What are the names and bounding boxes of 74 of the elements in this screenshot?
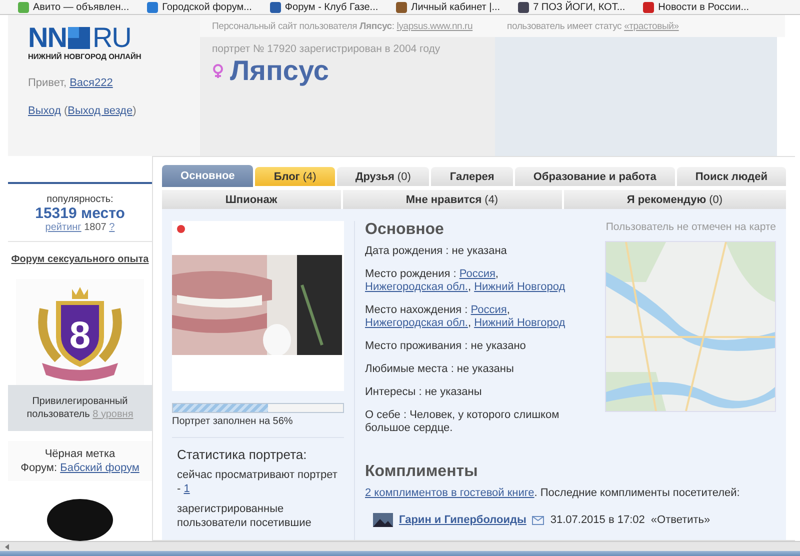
privilege-text: Привилегированный пользователь 8 уровня <box>8 384 152 431</box>
location-link[interactable]: Нижний Новгород <box>474 281 566 293</box>
section-title: Основное <box>365 221 445 239</box>
viewers-count-link[interactable]: 1 <box>184 483 190 495</box>
tab[interactable]: Основное <box>162 165 254 187</box>
location-link[interactable]: Нижегородская обл. <box>365 317 468 329</box>
tab[interactable]: Друзья (0) <box>336 167 430 186</box>
help-link[interactable]: ? <box>109 222 115 233</box>
profile-field: Место рождения : Россия, Нижегородская обл., Нижний Новгород <box>365 268 586 294</box>
favicon-icon <box>18 2 29 12</box>
logo-text[interactable]: NN <box>28 25 66 51</box>
reply-link[interactable]: «Ответить» <box>650 514 710 526</box>
map-caption: Пользователь не отмечен на карте <box>604 221 776 233</box>
favicon-icon <box>396 2 408 12</box>
tab[interactable]: Я рекомендую (0) <box>564 190 786 209</box>
tab[interactable]: Шпионаж <box>162 190 341 209</box>
bracket-text: ) <box>132 105 136 117</box>
profile-field: Дата рождения : не указана <box>365 245 586 258</box>
badge-number: 8 <box>69 314 91 357</box>
favicon-icon <box>147 2 158 12</box>
popularity-label: популярность: <box>46 194 114 205</box>
bracket-text: ( <box>64 105 68 117</box>
logo-text[interactable]: RU <box>92 25 131 51</box>
rating-link[interactable]: рейтинг <box>45 222 82 233</box>
tab[interactable]: Блог (4) <box>255 167 335 186</box>
location-link[interactable]: Нижегородская обл. <box>365 281 468 293</box>
compliments-summary: 2 комплиментов в гостевой книге. Последние комплименты посетителей: <box>365 487 741 499</box>
mark-title: Чёрная метка <box>44 446 116 461</box>
bookmark-link[interactable]: 7 ПОЗ ЙОГИ, КОТ... <box>533 2 626 12</box>
visitors-text: зарегистрированные пользователи посетившие <box>177 502 312 530</box>
viewers-text: сейчас просматривают портрет - 1 <box>177 468 338 496</box>
tab[interactable]: Галерея <box>431 167 513 186</box>
guestbook-link[interactable]: 2 комплиментов в гостевой книге <box>365 487 534 499</box>
mail-icon[interactable] <box>532 516 544 524</box>
site-owner-text: Персональный сайт пользователя Ляпсус: <box>212 20 394 32</box>
profile-field: Любимые места : не указаны <box>365 363 586 376</box>
forum-label: Форум: <box>20 462 58 474</box>
logout-everywhere-link[interactable]: Выход везде <box>68 105 133 117</box>
popularity-place: 15319 место <box>34 204 126 222</box>
status-text: пользователь имеет статус <box>507 20 622 32</box>
compliment-date: 31.07.2015 в 17:02 <box>550 514 645 526</box>
profile-name: Ляпсус <box>230 55 329 87</box>
bookmark-link[interactable]: Городской форум... <box>162 2 252 12</box>
profile-field: Место проживания : не указано <box>365 340 586 353</box>
user-avatar-icon <box>373 513 393 527</box>
bookmark-link[interactable]: Личный кабинет |... <box>411 2 500 12</box>
profile-field: О себе : Человек, у которого слишком большое сердце. <box>365 409 586 435</box>
bookmark-link[interactable]: Авито — объявлен... <box>33 2 130 12</box>
logo-square-icon <box>68 27 90 49</box>
female-icon <box>212 63 224 79</box>
location-link[interactable]: Россия <box>470 304 507 316</box>
forum-link[interactable]: Форум сексуального опыта <box>11 254 149 265</box>
favicon-icon <box>518 2 530 12</box>
registration-text: портрет № 17920 зарегистрирован в 2004 году <box>211 42 442 55</box>
bookmark-link[interactable]: Новости в России... <box>658 2 750 12</box>
favicon-icon <box>270 2 281 12</box>
tab[interactable]: Образование и работа <box>514 167 675 186</box>
section-title: Комплименты <box>365 463 479 481</box>
logout-link[interactable]: Выход <box>28 105 61 117</box>
progress-caption: Портрет заполнен на 56% <box>172 416 294 427</box>
profile-field: Место нахождения : Россия, Нижегородская обл., Нижний Новгород <box>365 304 586 330</box>
greeting-text: Привет, <box>28 77 67 89</box>
username-link[interactable]: Вася222 <box>70 77 113 89</box>
rating-value: 1807 <box>84 222 106 233</box>
stats-title: Статистика портрета: <box>177 448 308 462</box>
author-link[interactable]: Гарин и Гиперболоиды <box>399 514 526 526</box>
profile-field: Интересы : не указаны <box>365 386 586 399</box>
forum-link[interactable]: Бабский форум <box>60 462 140 474</box>
location-link[interactable]: Нижний Новгород <box>474 317 566 329</box>
favicon-icon <box>643 2 654 12</box>
tab[interactable]: Мне нравится (4) <box>342 190 562 209</box>
location-link[interactable]: Россия <box>459 268 496 280</box>
tab[interactable]: Поиск людей <box>676 167 786 186</box>
bookmark-link[interactable]: Форум - Клуб Газе... <box>284 2 378 12</box>
